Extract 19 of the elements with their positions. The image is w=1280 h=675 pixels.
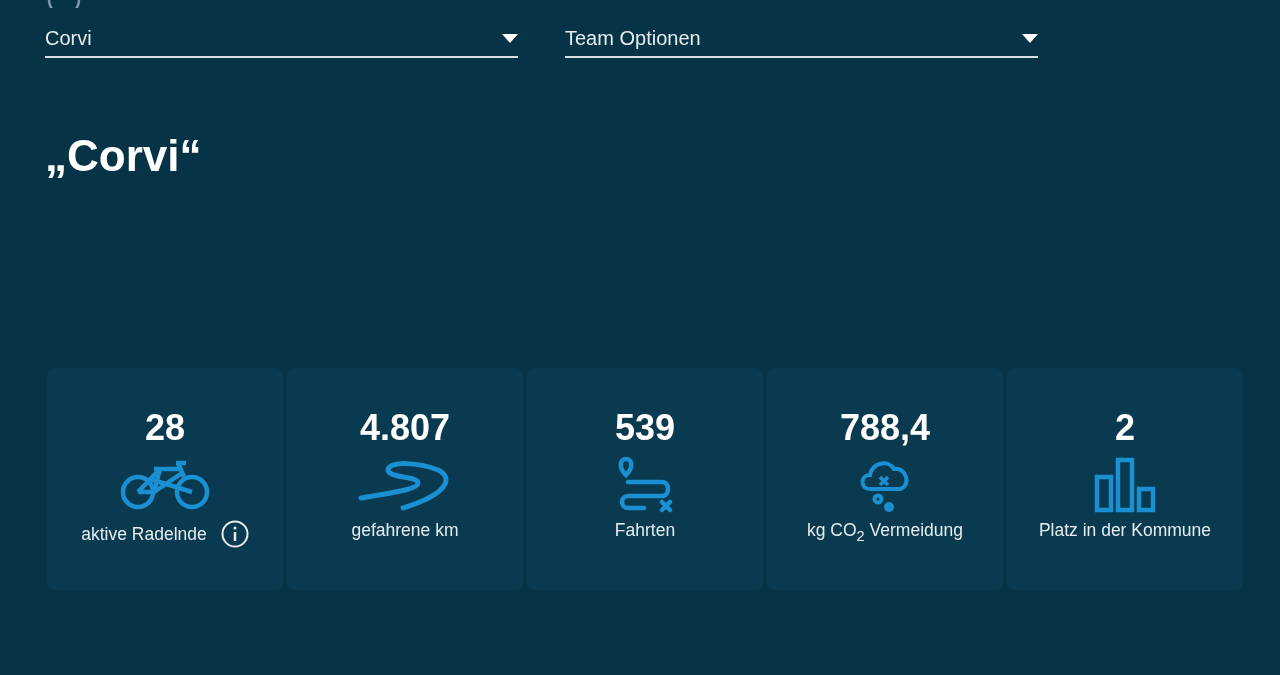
winding-road-icon xyxy=(358,458,452,512)
stat-label: gefahrene km xyxy=(351,520,459,541)
stat-label: Platz in der Kommune xyxy=(1038,520,1212,541)
stat-value: 28 xyxy=(144,408,185,448)
dropdown-select[interactable]: Corvi xyxy=(45,22,518,58)
stat-value: 788,4 xyxy=(839,408,931,448)
stat-value: 539 xyxy=(614,408,676,448)
caret-icon xyxy=(1022,33,1038,43)
bicycle-icon xyxy=(118,459,212,511)
stat-value: 4.807 xyxy=(359,408,451,448)
stat-value: 2 xyxy=(1115,408,1135,448)
dropdown-select[interactable]: Team Optionen xyxy=(565,22,1038,58)
stat-label: Fahrten xyxy=(614,520,676,541)
page-title: „Corvi“ xyxy=(45,130,202,182)
caret-icon xyxy=(502,33,518,43)
stat-label: aktive Radelnde xyxy=(81,523,207,545)
stat-label: kg CO$_{2}$ Vermeidung xyxy=(807,520,963,544)
bar-chart-icon xyxy=(1094,457,1156,513)
info-icon[interactable] xyxy=(220,520,249,548)
